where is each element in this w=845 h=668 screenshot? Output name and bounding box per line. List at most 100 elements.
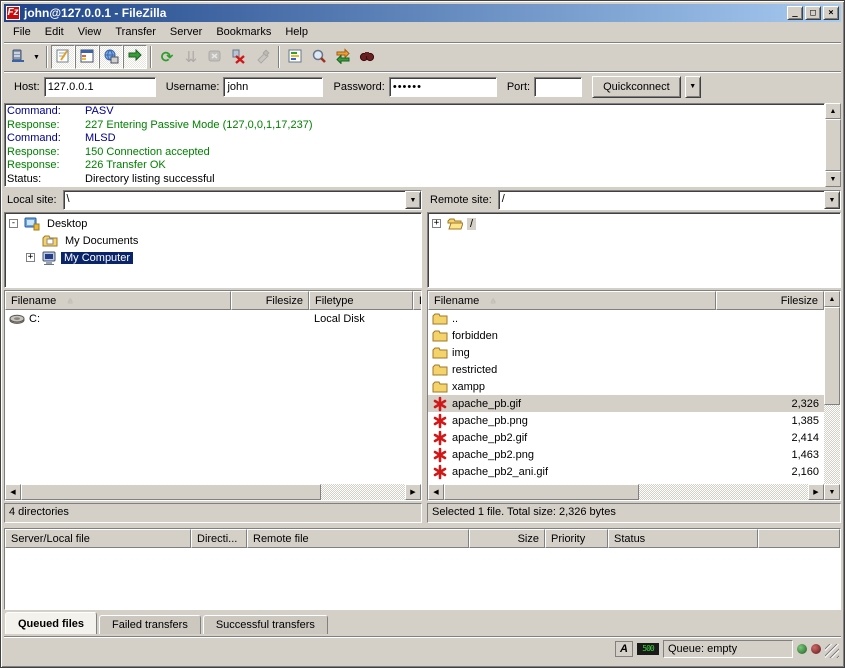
remote-file-row[interactable]: apache_pb2_ani.gif 2,160	[428, 463, 824, 480]
local-horizontal-scrollbar[interactable]: ◀ ▶	[5, 484, 421, 500]
remote-list-body[interactable]: .. forbidden img	[428, 310, 824, 484]
tree-item-my-documents[interactable]: My Documents	[6, 232, 420, 249]
local-list-body[interactable]: C: Local Disk	[5, 310, 421, 484]
message-log-panel: Command:PASV Response:227 Entering Passi…	[4, 103, 841, 187]
menu-bookmarks[interactable]: Bookmarks	[209, 24, 278, 40]
toggle-remote-tree-button[interactable]	[99, 45, 123, 69]
local-column-filetype[interactable]: Filetype	[309, 291, 413, 310]
title-bar[interactable]: Fz john@127.0.0.1 - FileZilla _ □ ×	[4, 4, 841, 22]
remote-file-row[interactable]: restricted	[428, 361, 824, 378]
synchronized-browsing-button[interactable]	[355, 45, 379, 69]
transfer-type-indicator-icon[interactable]: A	[615, 641, 633, 657]
scrollbar-thumb[interactable]	[824, 307, 840, 405]
log-scrollbar[interactable]: ▲ ▼	[825, 103, 841, 187]
remote-file-row[interactable]: ..	[428, 310, 824, 327]
reconnect-button[interactable]	[251, 45, 275, 69]
local-column-filesize[interactable]: Filesize	[231, 291, 309, 310]
port-input[interactable]	[534, 77, 582, 97]
remote-file-row[interactable]: apache_pb.png 1,385	[428, 412, 824, 429]
compare-directories-button[interactable]	[331, 45, 355, 69]
combo-dropdown-icon[interactable]: ▼	[405, 191, 421, 209]
message-log[interactable]: Command:PASV Response:227 Entering Passi…	[4, 103, 825, 187]
queue-column-priority[interactable]: Priority	[545, 529, 608, 548]
remote-file-list[interactable]: Filename▲ Filesize .. forbidden	[427, 290, 841, 501]
quickconnect-dropdown[interactable]: ▼	[685, 76, 701, 98]
remote-file-row[interactable]: apache_pb2.png 1,463	[428, 446, 824, 463]
toggle-message-log-button[interactable]	[51, 45, 75, 69]
menu-server[interactable]: Server	[163, 24, 209, 40]
scroll-left-icon[interactable]: ◀	[5, 484, 21, 500]
remote-column-filename[interactable]: Filename▲	[428, 291, 716, 310]
remote-horizontal-scrollbar[interactable]: ◀ ▶	[428, 484, 824, 500]
scrollbar-thumb[interactable]	[825, 119, 841, 171]
scroll-up-icon[interactable]: ▲	[825, 103, 841, 119]
maximize-button[interactable]: □	[805, 6, 821, 20]
queue-column-direction[interactable]: Directi...	[191, 529, 247, 548]
queue-column-size[interactable]: Size	[469, 529, 545, 548]
file-search-button[interactable]	[307, 45, 331, 69]
username-input[interactable]	[223, 77, 323, 97]
speed-limits-icon[interactable]: 500	[637, 643, 659, 655]
tab-failed-transfers[interactable]: Failed transfers	[99, 615, 201, 634]
filters-button[interactable]	[283, 45, 307, 69]
queue-header: Server/Local file Directi... Remote file…	[5, 529, 840, 548]
queue-body[interactable]	[5, 548, 840, 609]
disconnect-button[interactable]	[227, 45, 251, 69]
tree-item-my-computer[interactable]: + My Computer	[6, 249, 420, 266]
password-input[interactable]	[389, 77, 497, 97]
folder-icon	[432, 311, 448, 327]
tree-item-desktop[interactable]: - Desktop	[6, 215, 420, 232]
scroll-left-icon[interactable]: ◀	[428, 484, 444, 500]
remote-directory-tree[interactable]: + /	[427, 212, 841, 288]
expand-icon[interactable]: +	[432, 219, 441, 228]
remote-file-row[interactable]: xampp	[428, 378, 824, 395]
remote-site-combo[interactable]: / ▼	[498, 190, 841, 210]
cancel-operation-button[interactable]	[203, 45, 227, 69]
queue-column-status[interactable]: Status	[608, 529, 758, 548]
process-queue-button[interactable]: ⇊	[179, 45, 203, 69]
remote-vertical-scrollbar[interactable]: ▲ ▼	[824, 291, 840, 500]
tab-queued-files[interactable]: Queued files	[5, 612, 97, 634]
tab-successful-transfers[interactable]: Successful transfers	[203, 615, 328, 634]
scroll-up-icon[interactable]: ▲	[824, 291, 840, 307]
refresh-button[interactable]: ⟳	[155, 45, 179, 69]
remote-file-row-selected[interactable]: apache_pb.gif 2,326	[428, 395, 824, 412]
local-site-combo[interactable]: \ ▼	[63, 190, 422, 210]
minimize-button[interactable]: _	[787, 6, 803, 20]
expand-icon[interactable]: +	[26, 253, 35, 262]
menu-view[interactable]: View	[71, 24, 109, 40]
scroll-down-icon[interactable]: ▼	[825, 171, 841, 187]
tree-item-root[interactable]: + /	[429, 215, 839, 232]
menu-help[interactable]: Help	[278, 24, 315, 40]
local-file-row[interactable]: C: Local Disk	[5, 310, 421, 327]
remote-file-row[interactable]: forbidden	[428, 327, 824, 344]
collapse-icon[interactable]: -	[9, 219, 18, 228]
resize-grip[interactable]	[825, 644, 839, 658]
menu-edit[interactable]: Edit	[38, 24, 71, 40]
queue-column-remote-file[interactable]: Remote file	[247, 529, 469, 548]
local-file-list[interactable]: Filename▲ Filesize Filetype L C: Local D…	[4, 290, 422, 501]
scroll-right-icon[interactable]: ▶	[405, 484, 421, 500]
site-manager-button[interactable]	[6, 45, 30, 69]
scroll-right-icon[interactable]: ▶	[808, 484, 824, 500]
local-column-lastmodified[interactable]: L	[413, 291, 422, 310]
host-input[interactable]	[44, 77, 156, 97]
menu-file[interactable]: File	[6, 24, 38, 40]
toggle-transfer-queue-button[interactable]	[123, 45, 147, 69]
toggle-local-tree-button[interactable]	[75, 45, 99, 69]
scroll-down-icon[interactable]: ▼	[824, 484, 840, 500]
menu-transfer[interactable]: Transfer	[108, 24, 163, 40]
close-button[interactable]: ×	[823, 6, 839, 20]
local-directory-tree[interactable]: - Desktop My Documents + My Computer	[4, 212, 422, 288]
combo-dropdown-icon[interactable]: ▼	[824, 191, 840, 209]
scrollbar-thumb[interactable]	[444, 484, 639, 500]
remote-file-row[interactable]: apache_pb2.gif 2,414	[428, 429, 824, 446]
queue-column-server-local-file[interactable]: Server/Local file	[5, 529, 191, 548]
filters-icon	[287, 48, 303, 67]
remote-column-filesize[interactable]: Filesize	[716, 291, 824, 310]
site-manager-dropdown[interactable]: ▼	[30, 45, 43, 69]
quickconnect-button[interactable]: Quickconnect	[592, 76, 681, 98]
local-column-filename[interactable]: Filename▲	[5, 291, 231, 310]
remote-file-row[interactable]: img	[428, 344, 824, 361]
scrollbar-thumb[interactable]	[21, 484, 321, 500]
